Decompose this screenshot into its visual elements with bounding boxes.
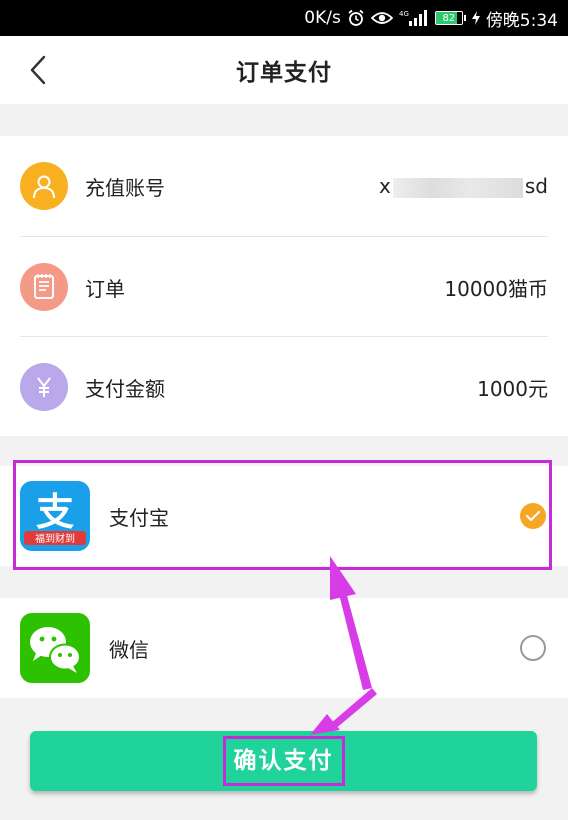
status-bar: 0K/s 4G 82 傍晚5:34: [0, 0, 568, 36]
recharge-account-label: 充值账号: [85, 175, 165, 200]
alipay-label: 支付宝: [109, 505, 169, 530]
redacted-mask: [392, 177, 523, 198]
nav-bar: 订单支付: [0, 36, 568, 104]
chevron-left-icon: [30, 55, 46, 85]
payment-amount-value: 1000元: [477, 376, 548, 401]
payment-amount-label: 支付金额: [85, 376, 165, 401]
alipay-logo-icon: 支 福到财到: [20, 481, 90, 551]
signal-label: 4G: [399, 10, 409, 18]
yuan-icon: [20, 363, 68, 411]
wechat-label: 微信: [109, 637, 149, 662]
order-info-card: 充值账号 x sd 订单 10000猫币 支付金额 1000元: [0, 136, 568, 436]
check-icon: [525, 510, 541, 522]
alarm-icon: [347, 9, 365, 27]
receipt-icon: [20, 263, 68, 311]
alipay-banner-text: 福到财到: [35, 532, 75, 545]
eye-icon: [370, 10, 393, 26]
page-title: 订单支付: [236, 60, 332, 86]
battery-level: 82: [442, 12, 456, 24]
alipay-logo-char: 支: [36, 490, 74, 534]
confirm-payment-label: 确认支付: [222, 736, 345, 786]
signal-icon: 4G: [399, 9, 429, 27]
order-value: 10000猫币: [444, 276, 548, 301]
net-speed: 0K/s: [304, 8, 341, 28]
user-icon: [20, 162, 68, 210]
alipay-radio[interactable]: [520, 503, 546, 529]
recharge-account-value: x sd: [379, 174, 548, 198]
back-button[interactable]: [18, 50, 58, 90]
confirm-payment-button[interactable]: 确认支付: [30, 731, 537, 791]
payment-amount-row: 支付金额 1000元: [20, 336, 548, 437]
wechat-logo-icon: [20, 613, 90, 683]
wechat-option[interactable]: 微信: [0, 598, 568, 698]
clock: 傍晚5:34: [485, 10, 558, 31]
recharge-account-row: 充值账号 x sd: [20, 136, 548, 236]
order-label: 订单: [85, 276, 125, 301]
order-row: 订单 10000猫币: [20, 236, 548, 337]
account-prefix: x: [379, 174, 391, 198]
account-suffix: sd: [524, 174, 548, 198]
battery-icon: 82: [434, 11, 466, 25]
alipay-option[interactable]: 支 福到财到 支付宝: [0, 466, 568, 566]
charging-icon: [471, 11, 480, 25]
wechat-radio[interactable]: [520, 635, 546, 661]
